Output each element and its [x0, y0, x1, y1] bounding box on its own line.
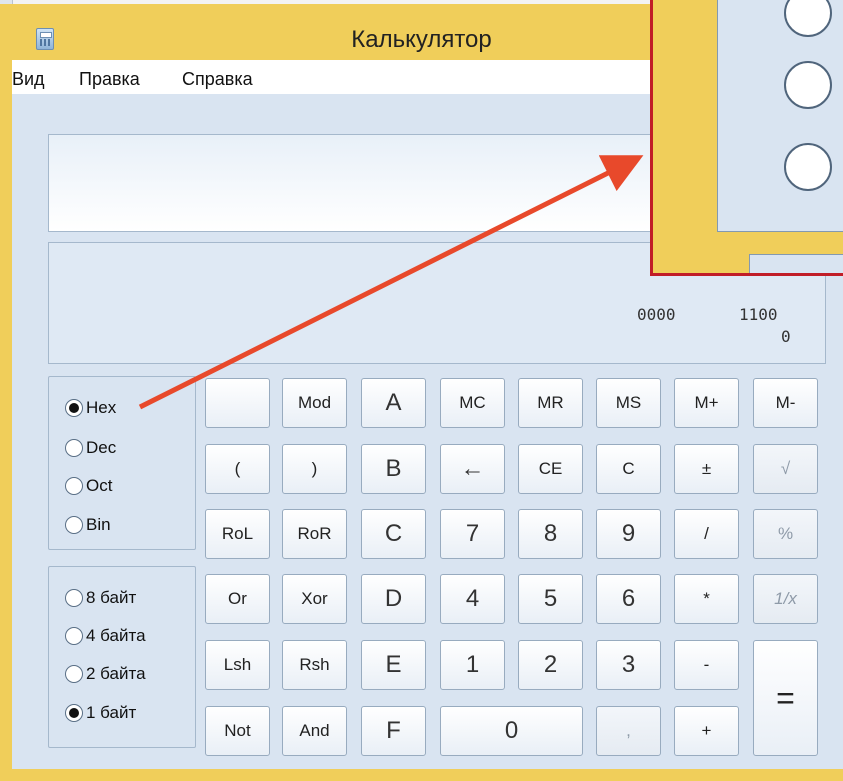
- radio-oct[interactable]: Oct: [65, 476, 112, 496]
- digit-8-key[interactable]: 8: [518, 509, 583, 559]
- blank-key: [205, 378, 270, 428]
- digit-7-key[interactable]: 7: [440, 509, 505, 559]
- memory-add-key[interactable]: M+: [674, 378, 739, 428]
- subtract-key[interactable]: -: [674, 640, 739, 690]
- bit-group-1: 0000: [637, 305, 676, 324]
- right-shift-key[interactable]: Rsh: [282, 640, 347, 690]
- bit-group-2: 1100: [739, 305, 778, 324]
- radio-4-bytes[interactable]: 4 байта: [65, 626, 146, 646]
- radio-label: 2 байта: [86, 664, 146, 683]
- hex-d-key[interactable]: D: [361, 574, 426, 624]
- hex-b-key[interactable]: B: [361, 444, 426, 494]
- digit-1-key[interactable]: 1: [440, 640, 505, 690]
- digit-5-key[interactable]: 5: [518, 574, 583, 624]
- memory-subtract-key[interactable]: M-: [753, 378, 818, 428]
- reciprocal-key[interactable]: 1/x: [753, 574, 818, 624]
- sqrt-key[interactable]: √: [753, 444, 818, 494]
- rotate-left-key[interactable]: RoL: [205, 509, 270, 559]
- radio-label: Oct: [86, 476, 113, 495]
- close-paren-key[interactable]: ): [282, 444, 347, 494]
- zoomed-radio-circle: [784, 143, 832, 191]
- hex-f-key[interactable]: F: [361, 706, 426, 756]
- mod-key[interactable]: Mod: [282, 378, 347, 428]
- digit-9-key[interactable]: 9: [596, 509, 661, 559]
- radio-label: 4 байта: [86, 626, 146, 645]
- or-key[interactable]: Or: [205, 574, 270, 624]
- radio-circle: [65, 516, 83, 534]
- radio-dec[interactable]: Dec: [65, 438, 116, 458]
- menu-view[interactable]: Вид: [12, 69, 45, 90]
- open-paren-key[interactable]: (: [205, 444, 270, 494]
- hex-a-key[interactable]: A: [361, 378, 426, 428]
- base-group: Hex Dec Oct Bin: [48, 376, 196, 550]
- not-key[interactable]: Not: [205, 706, 270, 756]
- radio-circle: [65, 589, 83, 607]
- divide-key[interactable]: /: [674, 509, 739, 559]
- digit-6-key[interactable]: 6: [596, 574, 661, 624]
- menu-edit[interactable]: Правка: [79, 69, 140, 90]
- radio-label: Dec: [86, 438, 117, 457]
- rotate-right-key[interactable]: RoR: [282, 509, 347, 559]
- word-size-group: 8 байт 4 байта 2 байта 1 байт: [48, 566, 196, 748]
- menu-help[interactable]: Справка: [182, 69, 253, 90]
- add-key[interactable]: +: [674, 706, 739, 756]
- zoomed-radio-circle: [784, 0, 832, 37]
- clear-key[interactable]: C: [596, 444, 661, 494]
- digit-2-key[interactable]: 2: [518, 640, 583, 690]
- zoomed-panel-edge: [749, 254, 843, 273]
- radio-bin[interactable]: Bin: [65, 515, 111, 535]
- radio-label: 1 байт: [86, 703, 137, 722]
- hex-e-key[interactable]: E: [361, 640, 426, 690]
- hex-c-key[interactable]: C: [361, 509, 426, 559]
- equals-key[interactable]: =: [753, 640, 818, 756]
- digit-0-key[interactable]: 0: [440, 706, 583, 756]
- radio-circle: [65, 704, 83, 722]
- clear-entry-key[interactable]: CE: [518, 444, 583, 494]
- radio-label: 8 байт: [86, 588, 137, 607]
- negate-key[interactable]: ±: [674, 444, 739, 494]
- radio-circle: [65, 627, 83, 645]
- left-shift-key[interactable]: Lsh: [205, 640, 270, 690]
- radio-2-bytes[interactable]: 2 байта: [65, 664, 146, 684]
- memory-store-key[interactable]: MS: [596, 378, 661, 428]
- radio-label: Bin: [86, 515, 111, 534]
- zoom-inset: [650, 0, 843, 276]
- and-key[interactable]: And: [282, 706, 347, 756]
- memory-clear-key[interactable]: MC: [440, 378, 505, 428]
- digit-3-key[interactable]: 3: [596, 640, 661, 690]
- radio-1-byte[interactable]: 1 байт: [65, 703, 136, 723]
- percent-key[interactable]: %: [753, 509, 818, 559]
- zoomed-radio-circle: [784, 61, 832, 109]
- radio-circle: [65, 665, 83, 683]
- multiply-key[interactable]: *: [674, 574, 739, 624]
- memory-recall-key[interactable]: MR: [518, 378, 583, 428]
- radio-circle: [65, 477, 83, 495]
- digit-4-key[interactable]: 4: [440, 574, 505, 624]
- radio-hex[interactable]: Hex: [65, 398, 116, 418]
- radio-circle: [65, 399, 83, 417]
- backspace-key[interactable]: ←: [440, 444, 505, 494]
- zoomed-radio-panel: [717, 0, 843, 232]
- decimal-key[interactable]: ,: [596, 706, 661, 756]
- radio-circle: [65, 439, 83, 457]
- radio-label: Hex: [86, 398, 117, 417]
- radio-8-bytes[interactable]: 8 байт: [65, 588, 136, 608]
- xor-key[interactable]: Xor: [282, 574, 347, 624]
- bit-index: 0: [781, 327, 791, 346]
